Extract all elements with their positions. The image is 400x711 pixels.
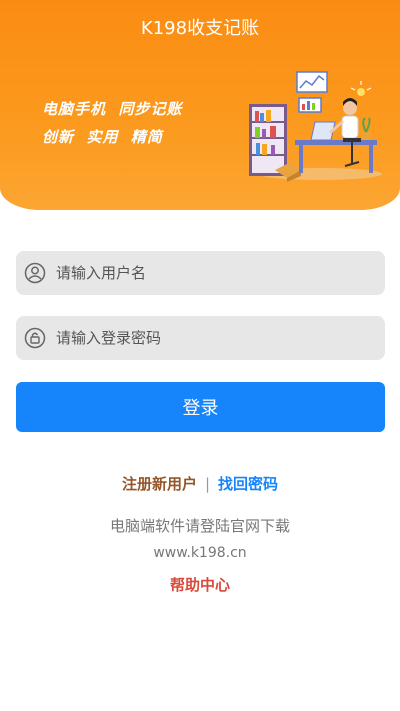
slogan-line-1: 电脑手机 同步记账 xyxy=(42,100,183,118)
lock-icon xyxy=(24,327,46,349)
user-icon xyxy=(24,262,46,284)
username-field[interactable] xyxy=(16,251,385,295)
link-separator: | xyxy=(204,475,211,493)
password-field[interactable] xyxy=(16,316,385,360)
help-center-link[interactable]: 帮助中心 xyxy=(0,574,400,595)
header-banner: K198收支记账 电脑手机 同步记账 创新 实用 精简 xyxy=(0,0,400,210)
username-input[interactable] xyxy=(54,252,358,294)
slogan-line-2: 创新 实用 精简 xyxy=(42,128,163,146)
password-input[interactable] xyxy=(54,317,358,359)
login-button[interactable]: 登录 xyxy=(16,382,385,432)
website-link[interactable]: www.k198.cn xyxy=(0,545,400,561)
office-illustration xyxy=(249,71,382,182)
account-links: 注册新用户 | 找回密码 xyxy=(0,473,400,494)
desktop-download-note: 电脑端软件请登陆官网下载 xyxy=(109,517,290,535)
app-title: K198收支记账 xyxy=(140,18,260,39)
register-link[interactable]: 注册新用户 xyxy=(122,475,197,493)
forgot-password-link[interactable]: 找回密码 xyxy=(218,475,278,493)
